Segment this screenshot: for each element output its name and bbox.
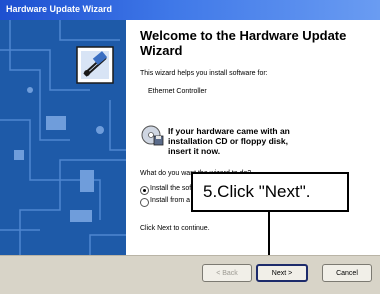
cd-floppy-icon (141, 125, 164, 146)
cd-notice: If your hardware came with an installati… (168, 126, 290, 156)
hardware-wizard-icon (76, 46, 114, 84)
hardware-update-wizard-window: Hardware Update Wizard Welcome to the Ha… (0, 0, 380, 294)
instruction-callout: 5.Click "Next". (191, 172, 349, 212)
device-name: Ethernet Controller (148, 88, 207, 95)
next-button[interactable]: Next > (256, 264, 308, 282)
title-bar: Hardware Update Wizard (0, 0, 380, 20)
option-advanced-radio[interactable] (140, 198, 149, 207)
continue-text: Click Next to continue. (140, 225, 210, 232)
intro-text: This wizard helps you install software f… (140, 70, 268, 77)
arrow-down-icon (268, 212, 270, 258)
callout-text: 5.Click "Next". (203, 182, 311, 201)
wizard-heading: Welcome to the Hardware Update Wizard (140, 28, 347, 58)
option-automatic-radio[interactable] (140, 186, 149, 195)
wizard-sidebar (0, 20, 126, 255)
cancel-button[interactable]: Cancel (322, 264, 372, 282)
window-title: Hardware Update Wizard (6, 4, 112, 14)
wizard-content: Welcome to the Hardware Update Wizard Th… (126, 20, 380, 255)
back-button[interactable]: < Back (202, 264, 252, 282)
